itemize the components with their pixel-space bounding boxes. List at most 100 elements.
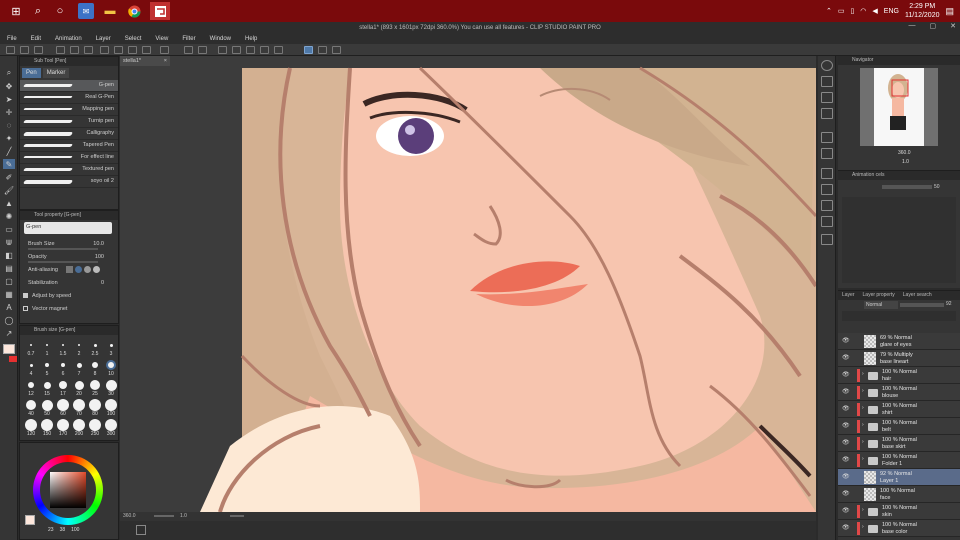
minimize-icon[interactable]: — xyxy=(909,22,916,34)
anti-aliasing-row[interactable]: Anti-aliasing xyxy=(20,264,118,277)
eraser-icon[interactable]: ▭ xyxy=(3,224,15,234)
lasso-icon[interactable] xyxy=(232,46,241,54)
close-icon[interactable]: ✕ xyxy=(950,22,956,34)
folder-icon[interactable]: ▬ xyxy=(102,3,118,19)
brush-size-dot[interactable] xyxy=(109,343,113,347)
layer-row[interactable]: 👁 79 % Multiply base lineart xyxy=(838,350,960,367)
text-tool-icon[interactable]: A xyxy=(3,302,15,312)
brush-size-dot[interactable] xyxy=(105,399,117,411)
visibility-eye-icon[interactable]: 👁 xyxy=(842,490,850,497)
brush-size-dot[interactable] xyxy=(26,400,36,410)
layer-row[interactable]: 👁 › 100 % Normal shirt xyxy=(838,401,960,418)
brush-item[interactable]: G-pen xyxy=(20,80,118,92)
open-file-icon[interactable] xyxy=(20,46,29,54)
gradient-icon[interactable]: ▤ xyxy=(3,263,15,273)
visibility-eye-icon[interactable]: 👁 xyxy=(842,473,850,480)
navigator-thumbnail[interactable] xyxy=(860,68,938,146)
move-tool-icon[interactable]: ✥ xyxy=(3,81,15,91)
info-icon[interactable] xyxy=(821,92,833,103)
layer-row[interactable]: 👁 › 100 % Normal skin xyxy=(838,503,960,520)
brush-size-dot[interactable] xyxy=(28,382,34,388)
menu-file[interactable]: File xyxy=(0,34,24,44)
brush-item[interactable]: Mapping pen xyxy=(20,104,118,116)
airbrush-icon[interactable]: ▲ xyxy=(3,198,15,208)
blend-tool-icon[interactable]: ⋓ xyxy=(3,237,15,247)
menu-view[interactable]: View xyxy=(148,34,175,44)
visibility-eye-icon[interactable]: 👁 xyxy=(842,405,850,412)
material-icon[interactable] xyxy=(821,132,833,143)
intermediate-color-icon[interactable] xyxy=(821,216,833,227)
canvas[interactable] xyxy=(120,56,816,512)
visibility-eye-icon[interactable]: 👁 xyxy=(842,422,850,429)
windows-icon[interactable]: ⊞ xyxy=(8,3,24,19)
opacity-row[interactable]: Opacity 100 xyxy=(20,251,118,264)
invert-selection-icon[interactable] xyxy=(160,46,169,54)
cortana-icon[interactable]: ○ xyxy=(52,3,68,19)
chevron-right-icon[interactable]: › xyxy=(862,371,864,377)
operation-tool-icon[interactable]: ➤ xyxy=(3,94,15,104)
paste-icon[interactable] xyxy=(84,46,93,54)
brush-size-dot[interactable] xyxy=(45,363,49,367)
aa-none-icon[interactable] xyxy=(66,266,73,273)
current-color-swatch[interactable] xyxy=(25,515,35,525)
brush-size-dot[interactable] xyxy=(108,362,114,368)
main-color-swatch[interactable] xyxy=(3,344,15,354)
brush-size-dot[interactable] xyxy=(62,344,64,346)
brush-item[interactable]: Tapered Pen xyxy=(20,140,118,152)
canvas-tab[interactable]: stella1* × xyxy=(120,56,170,66)
subtool-tab-marker[interactable]: Marker xyxy=(42,68,70,78)
brush-size-dot[interactable] xyxy=(61,363,65,367)
brush-size-dot[interactable] xyxy=(73,419,85,431)
clock[interactable]: 2:29 PM 11/12/2020 xyxy=(905,2,940,20)
battery-icon[interactable]: ▯ xyxy=(850,7,854,15)
deselect-icon[interactable] xyxy=(142,46,151,54)
balloon-icon[interactable]: ◯ xyxy=(3,315,15,325)
eyedropper-icon[interactable]: ╱ xyxy=(3,146,15,156)
brush-size-dot[interactable] xyxy=(43,381,51,389)
copy-icon[interactable] xyxy=(70,46,79,54)
quick-access-icon[interactable] xyxy=(821,108,833,119)
brush-size-dot[interactable] xyxy=(89,419,101,431)
visibility-eye-icon[interactable]: 👁 xyxy=(842,371,850,378)
language-indicator[interactable]: ENG xyxy=(884,8,899,15)
brush-size-dot[interactable] xyxy=(57,419,69,431)
layer-row[interactable]: 👁 100 % Normal face xyxy=(838,486,960,503)
chevron-up-icon[interactable]: ⌃ xyxy=(826,7,832,15)
brush-size-dot[interactable] xyxy=(41,419,53,431)
brush-size-dot[interactable] xyxy=(74,380,84,390)
navigator-zoom[interactable]: 360.0 xyxy=(898,150,911,156)
brush-size-dot[interactable] xyxy=(76,362,82,368)
brush-size-dot[interactable] xyxy=(105,379,117,391)
menu-select[interactable]: Select xyxy=(118,34,149,44)
color-history-icon[interactable] xyxy=(821,200,833,211)
save-icon[interactable] xyxy=(34,46,43,54)
visibility-eye-icon[interactable]: 👁 xyxy=(842,439,850,446)
brush-size-dot[interactable] xyxy=(90,380,100,390)
adjust-checkbox[interactable] xyxy=(23,293,28,298)
mail-icon[interactable]: ✉ xyxy=(78,3,94,19)
visibility-eye-icon[interactable]: 👁 xyxy=(842,507,850,514)
snap-ruler-icon[interactable] xyxy=(304,46,313,54)
chevron-right-icon[interactable]: › xyxy=(862,388,864,394)
layer-row[interactable]: 👁 › 100 % Normal Folder 1 xyxy=(838,452,960,469)
chevron-right-icon[interactable]: › xyxy=(862,524,864,530)
pencil-tool-icon[interactable]: ✐ xyxy=(3,172,15,182)
opacity-slider[interactable] xyxy=(28,261,98,263)
tab-layer-search[interactable]: Layer search xyxy=(903,291,932,300)
approx-color-icon[interactable] xyxy=(821,184,833,195)
menu-animation[interactable]: Animation xyxy=(48,34,89,44)
brush-size-dot[interactable] xyxy=(73,399,85,411)
brush-item[interactable]: Real G-Pen xyxy=(20,92,118,104)
layer-row[interactable]: 👁 92 % Normal Layer 1 xyxy=(838,469,960,486)
layer-row[interactable]: 👁 › 100 % Normal base color xyxy=(838,520,960,537)
visibility-eye-icon[interactable]: 👁 xyxy=(842,337,850,344)
maximize-icon[interactable]: ▢ xyxy=(930,22,937,34)
brush-size-dot[interactable] xyxy=(105,419,117,431)
brush-item[interactable]: For effect line xyxy=(20,152,118,164)
brush-size-dot[interactable] xyxy=(57,399,69,411)
tab-layer-property[interactable]: Layer property xyxy=(863,291,895,300)
move-layer-icon[interactable]: ✛ xyxy=(3,107,15,117)
chevron-right-icon[interactable]: › xyxy=(862,405,864,411)
vector-magnet-row[interactable]: Vector magnet xyxy=(20,303,118,316)
decoration-icon[interactable]: ✺ xyxy=(3,211,15,221)
